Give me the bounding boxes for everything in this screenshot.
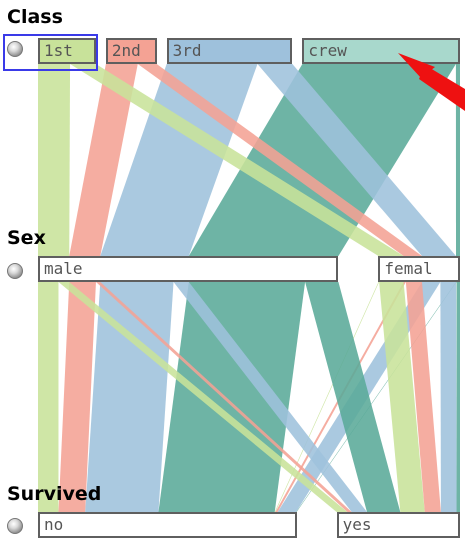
survived-yes-box[interactable]: yes [336, 512, 460, 538]
ribbon-male-3rd-no [85, 282, 174, 512]
dimension-label-sex: Sex [7, 227, 46, 249]
sex-male-box[interactable]: male [38, 256, 339, 282]
survived-radio-button[interactable] [7, 518, 23, 534]
pointer-arrow-shaft [419, 65, 465, 111]
ribbon-femal-3rd-yes [440, 282, 457, 512]
pointer-arrow [398, 53, 465, 111]
class-1st-box[interactable]: 1st [38, 38, 96, 64]
dimension-label-class: Class [7, 6, 63, 28]
ribbon-male-crew-no [158, 282, 306, 512]
class-3rd-box[interactable]: 3rd [166, 38, 293, 64]
survived-no-box[interactable]: no [38, 512, 297, 538]
ribbon-femal-crew-yes [456, 282, 460, 512]
class-radio-button[interactable] [7, 41, 23, 57]
dimension-label-survived: Survived [7, 483, 102, 505]
sex-radio-button[interactable] [7, 263, 23, 279]
sex-female-box[interactable]: femal [378, 256, 460, 282]
class-2nd-box[interactable]: 2nd [105, 38, 157, 64]
ribbon-male-1st-no [38, 282, 59, 512]
